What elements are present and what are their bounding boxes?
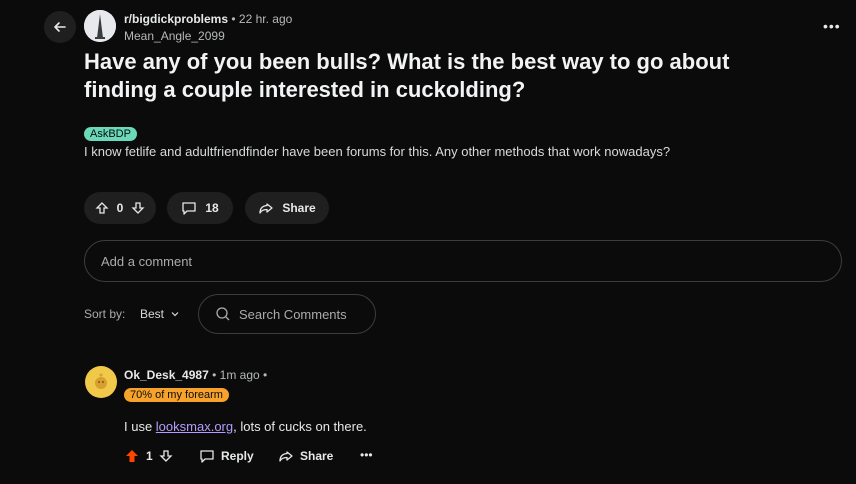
add-comment-input[interactable]: Add a comment	[84, 240, 842, 282]
comment-icon	[200, 450, 214, 463]
comments-button[interactable]: 18	[167, 192, 233, 224]
share-icon	[279, 451, 293, 462]
comment-text: I use looksmax.org, lots of cucks on the…	[124, 419, 367, 434]
more-options-icon[interactable]: •••	[823, 18, 841, 34]
comment-time: 1m ago	[219, 368, 260, 382]
comment-vote-count: 1	[146, 449, 153, 463]
post-title: Have any of you been bulls? What is the …	[84, 49, 730, 102]
sort-dropdown[interactable]: Best	[140, 307, 180, 321]
share-icon	[259, 203, 273, 214]
comment-share-button[interactable]: Share	[278, 448, 333, 464]
sort-value: Best	[140, 307, 165, 321]
comment-more-options-icon[interactable]: •••	[360, 448, 373, 462]
comment-vote-group: 1	[124, 448, 173, 464]
downvote-icon[interactable]	[159, 449, 173, 463]
share-label: Share	[282, 201, 316, 215]
tower-icon	[84, 10, 116, 42]
post-flair[interactable]: AskBDP	[84, 124, 137, 142]
post-body: I know fetlife and adultfriendfinder hav…	[84, 144, 671, 159]
downvote-icon[interactable]	[131, 201, 145, 215]
comment-icon	[182, 202, 196, 215]
comment-header: Ok_Desk_4987 • 1m ago •	[124, 368, 268, 382]
back-arrow-icon	[54, 22, 66, 32]
post-author[interactable]: Mean_Angle_2099	[124, 29, 225, 43]
upvote-filled-icon[interactable]	[124, 448, 140, 464]
reply-label: Reply	[221, 449, 254, 463]
post-time: 22 hr. ago	[238, 12, 293, 26]
comment-link[interactable]: looksmax.org	[156, 419, 233, 434]
share-button[interactable]: Share	[245, 192, 329, 224]
post-vote-count: 0	[116, 201, 124, 215]
comments-count: 18	[205, 201, 219, 215]
comment-avatar[interactable]	[85, 366, 117, 398]
upvote-icon[interactable]	[95, 201, 109, 215]
search-placeholder: Search Comments	[239, 306, 347, 322]
vote-group: 0	[84, 192, 156, 224]
reply-button[interactable]: Reply	[199, 448, 254, 464]
sort-label: Sort by:	[84, 307, 126, 321]
chevron-down-icon	[171, 312, 179, 317]
subreddit-link[interactable]: r/bigdickproblems • 22 hr. ago	[124, 12, 292, 26]
back-button[interactable]	[44, 11, 76, 43]
comment-author[interactable]: Ok_Desk_4987	[124, 368, 209, 382]
subreddit-avatar[interactable]	[84, 10, 116, 42]
add-comment-placeholder: Add a comment	[101, 253, 193, 269]
snoo-avatar-icon	[95, 373, 107, 389]
search-icon	[216, 307, 230, 321]
user-flair: 70% of my forearm	[124, 385, 229, 403]
comment-share-label: Share	[300, 449, 334, 463]
search-comments-input[interactable]: Search Comments	[198, 294, 376, 334]
